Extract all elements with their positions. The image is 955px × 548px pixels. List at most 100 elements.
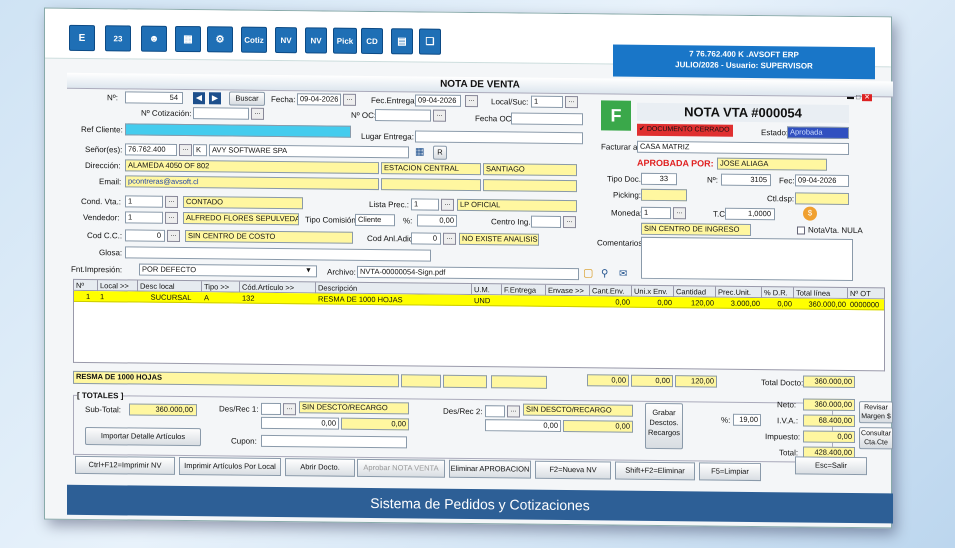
period-user-line: JULIO/2026 - Usuario: SUPERVISOR <box>675 60 813 71</box>
abrir-docto-button[interactable]: Abrir Docto. <box>285 458 355 477</box>
rut-field[interactable]: 76.762.400 <box>125 143 177 156</box>
lista-code-field[interactable]: 1 <box>411 198 439 211</box>
desrec2-v1[interactable]: 0,00 <box>485 419 561 432</box>
currency-icon[interactable]: $ <box>803 206 817 221</box>
desrec1-lookup-button[interactable]: ... <box>283 403 296 416</box>
users-icon[interactable]: ☻ <box>141 25 167 52</box>
fecha-oc-field[interactable] <box>511 112 583 126</box>
structure-icon[interactable]: ▦ <box>175 25 201 53</box>
r-button[interactable]: R <box>433 145 447 160</box>
fecha-entrega-lookup-button[interactable]: ... <box>465 94 478 108</box>
imprimir-nv-button[interactable]: Ctrl+F12=Imprimir NV <box>75 455 175 475</box>
mail-icon[interactable]: ✉ <box>619 268 633 281</box>
centro-ing-field[interactable] <box>531 215 561 228</box>
ref-cliente-field[interactable] <box>125 123 351 138</box>
iva-pct-field[interactable]: 19,00 <box>733 413 761 427</box>
tipodoc-field[interactable]: 33 <box>641 172 677 186</box>
cd-button[interactable]: CD <box>361 27 383 55</box>
fecha-lookup-button[interactable]: ... <box>343 93 356 106</box>
tc-field[interactable]: 1,0000 <box>725 207 775 221</box>
gear-icon[interactable]: ⚙ <box>207 26 233 53</box>
fec-label: Fec: <box>779 176 795 186</box>
eliminar-button[interactable]: Shift+F2=Eliminar <box>615 461 695 481</box>
email2-field[interactable] <box>381 178 481 192</box>
e-button[interactable]: E <box>69 24 95 52</box>
email3-field[interactable] <box>483 179 577 193</box>
maximize-icon[interactable]: □ <box>856 94 860 101</box>
codcc-lookup-button[interactable]: ... <box>167 229 180 242</box>
nv-button[interactable]: NV <box>275 26 297 54</box>
n-field[interactable]: 54 <box>125 91 183 105</box>
fnt-select[interactable]: POR DEFECTO <box>139 263 317 278</box>
vendedor-code-field[interactable]: 1 <box>125 211 163 224</box>
email-field[interactable]: pcontreras@avsoft.cl <box>125 175 379 191</box>
dv-field[interactable]: K <box>193 144 207 157</box>
nota-title: NOTA VTA #000054 <box>637 102 849 123</box>
windows-icon[interactable]: ❏ <box>419 28 441 55</box>
desrec2-lookup-button[interactable]: ... <box>507 405 520 418</box>
buscar-button[interactable]: Buscar <box>229 91 265 106</box>
revisar-margen-button[interactable]: Revisar Margen $ <box>859 401 893 424</box>
comuna-field[interactable]: ESTACION CENTRAL <box>381 162 481 176</box>
search-icon[interactable]: ⚲ <box>601 267 615 280</box>
calendar-icon[interactable]: 23 <box>105 25 131 52</box>
pct-field[interactable]: 0,00 <box>417 214 457 227</box>
minimize-icon[interactable]: ▬ <box>847 94 854 101</box>
cotiz-button[interactable]: Cotiz <box>241 26 267 53</box>
consultar-ctacte-button[interactable]: Consultar Cta.Cte <box>859 427 893 450</box>
moneda-field[interactable]: 1 <box>641 206 671 220</box>
grabar-desctos-button[interactable]: Grabar Desctos. Recargos <box>645 402 683 450</box>
client-card-icon[interactable]: ▦ <box>415 146 429 158</box>
importar-button[interactable]: Importar Detalle Artículos <box>85 426 201 447</box>
centro-ing-lookup-button[interactable]: ... <box>563 215 576 229</box>
codanl-field[interactable]: 0 <box>411 232 441 245</box>
archivo-field[interactable]: NVTA-00000054-Sign.pdf <box>357 265 579 281</box>
prev-icon[interactable]: ◀ <box>193 92 205 105</box>
cotizacion-field[interactable] <box>193 107 249 120</box>
aprobar-nv-button[interactable]: Aprobar NOTA VENTA <box>357 458 445 478</box>
nueva-nv-button[interactable]: F2=Nueva NV <box>535 460 611 480</box>
limpiar-button[interactable]: F5=Limpiar <box>699 462 761 482</box>
close-icon[interactable]: ✕ <box>862 94 873 102</box>
fec-field[interactable]: 09-04-2026 <box>795 174 849 187</box>
codcc-field[interactable]: 0 <box>125 229 165 242</box>
direccion-field[interactable]: ALAMEDA 4050 OF 802 <box>125 159 379 175</box>
window-icon[interactable]: ▤ <box>391 28 413 55</box>
cupon-field[interactable] <box>261 434 407 449</box>
local-lookup-button[interactable]: ... <box>565 96 578 109</box>
oc-field[interactable] <box>375 109 431 122</box>
desrec2-code[interactable] <box>485 405 505 418</box>
local-field[interactable]: 1 <box>531 95 563 108</box>
eliminar-aprobacion-button[interactable]: Eliminar APROBACION <box>449 459 531 479</box>
ciudad-field[interactable]: SANTIAGO <box>483 163 577 177</box>
next-icon[interactable]: ▶ <box>209 92 221 105</box>
nv-shield-button[interactable]: NV <box>305 27 327 54</box>
lugar-entrega-field[interactable] <box>415 130 583 145</box>
desrec1-code[interactable] <box>261 402 281 416</box>
glosa-field[interactable] <box>125 246 431 262</box>
fecha-entrega-field[interactable]: 09-04-2026 <box>415 94 461 107</box>
salir-button[interactable]: Esc=Salir <box>795 456 867 476</box>
chevron-down-icon[interactable]: ▼ <box>305 266 315 276</box>
estado-select[interactable]: Aprobada <box>787 126 849 139</box>
moneda-lookup-button[interactable]: ... <box>673 207 686 220</box>
comentarios-textarea[interactable] <box>641 236 853 282</box>
lista-lookup-button[interactable]: ... <box>441 198 454 211</box>
fecha-field[interactable]: 09-04-2026 <box>297 93 341 106</box>
notavta-nula-checkbox[interactable] <box>797 226 805 235</box>
cotizacion-lookup-button[interactable]: ... <box>251 107 264 120</box>
num-field[interactable]: 3105 <box>721 173 771 187</box>
factura-select[interactable]: CASA MATRIZ <box>637 140 849 155</box>
codanl-lookup-button[interactable]: ... <box>443 232 456 245</box>
imprimir-articulos-button[interactable]: Imprimir Artículos Por Local <box>179 456 281 477</box>
rut-lookup-button[interactable]: ... <box>179 143 192 157</box>
folder-icon[interactable]: ▢ <box>583 267 597 280</box>
cond-lookup-button[interactable]: ... <box>165 195 178 208</box>
desrec1-v1[interactable]: 0,00 <box>261 416 339 430</box>
tipo-comision-field[interactable]: Cliente <box>355 213 395 227</box>
cond-code-field[interactable]: 1 <box>125 195 163 208</box>
cliente-field[interactable]: AVY SOFTWARE SPA <box>209 144 409 159</box>
vendedor-lookup-button[interactable]: ... <box>165 211 178 224</box>
pick-button[interactable]: Pick <box>333 27 357 54</box>
oc-lookup-button[interactable]: ... <box>433 109 446 122</box>
